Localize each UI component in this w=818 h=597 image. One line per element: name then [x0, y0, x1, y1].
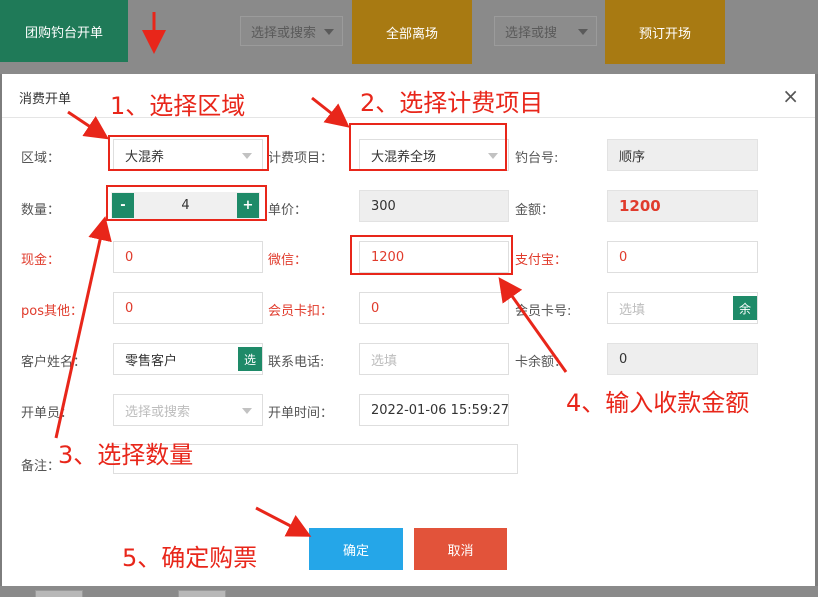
annotation-step5: 5、确定购票	[122, 544, 258, 572]
annotation-step1: 1、选择区域	[110, 92, 246, 120]
annotation-step2: 2、选择计费项目	[360, 89, 544, 117]
arrow-step5	[255, 506, 312, 537]
arrow-step1	[67, 110, 109, 140]
annotation-step4: 4、输入收款金额	[566, 389, 750, 417]
annotation-step3: 3、选择数量	[58, 441, 194, 469]
arrow-step2	[311, 96, 350, 128]
arrow-step3	[54, 216, 112, 439]
arrow-step4	[498, 277, 568, 373]
